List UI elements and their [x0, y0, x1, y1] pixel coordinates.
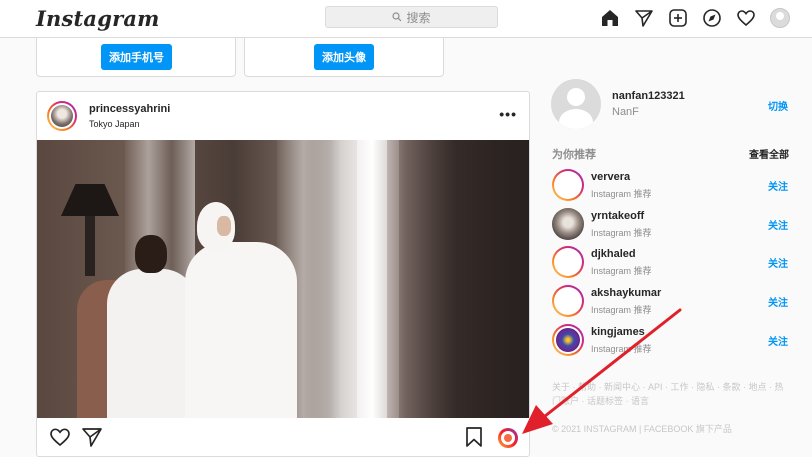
copyright-text: © 2021 INSTAGRAM | FACEBOOK 旗下产品 — [552, 424, 732, 434]
my-avatar[interactable] — [551, 79, 601, 129]
post-photo[interactable] — [37, 140, 529, 418]
suggestion-source: Instagram 推荐 — [591, 189, 652, 199]
suggestion-source: Instagram 推荐 — [591, 344, 652, 354]
suggestion-row: kingjames Instagram 推荐 关注 — [552, 324, 792, 358]
new-post-icon[interactable] — [668, 8, 688, 28]
suggestion-source: Instagram 推荐 — [591, 305, 652, 315]
suggestions-title: 为你推荐 — [552, 149, 596, 161]
search-input[interactable]: 搜索 — [325, 6, 498, 28]
suggestion-row: yrntakeoff Instagram 推荐 关注 — [552, 208, 792, 242]
suggestion-avatar[interactable] — [552, 285, 584, 317]
follow-button[interactable]: 关注 — [768, 333, 788, 348]
suggestion-row: akshaykumar Instagram 推荐 关注 — [552, 285, 792, 319]
add-avatar-button[interactable]: 添加头像 — [314, 44, 374, 70]
suggestion-username[interactable]: yrntakeoff — [591, 210, 644, 222]
home-icon[interactable] — [600, 8, 620, 28]
explore-icon[interactable] — [702, 8, 722, 28]
save-bookmark-icon[interactable] — [463, 426, 485, 448]
suggestion-source: Instagram 推荐 — [591, 266, 652, 276]
add-avatar-card: 添加头像 — [244, 38, 444, 77]
suggestion-row: djkhaled Instagram 推荐 关注 — [552, 246, 792, 280]
follow-button[interactable]: 关注 — [768, 178, 788, 193]
suggestion-avatar[interactable] — [552, 208, 584, 240]
search-icon — [392, 12, 402, 22]
share-icon[interactable] — [81, 426, 103, 448]
add-phone-card: 添加手机号 — [36, 38, 236, 77]
suggestion-username[interactable]: djkhaled — [591, 248, 636, 260]
search-placeholder: 搜索 — [406, 10, 431, 25]
footer-links[interactable]: 关于 · 帮助 · 新闻中心 · API · 工作 · 隐私 · 条款 · 地点… — [552, 380, 792, 408]
suggestion-avatar[interactable] — [552, 324, 584, 356]
more-options-button[interactable]: ••• — [499, 106, 517, 122]
suggestion-username[interactable]: akshaykumar — [591, 287, 661, 299]
post-location[interactable]: Tokyo Japan — [89, 119, 140, 129]
switch-account-link[interactable]: 切换 — [768, 98, 788, 113]
suggestion-row: ververa Instagram 推荐 关注 — [552, 169, 792, 203]
post-actions — [37, 418, 529, 457]
suggestion-source: Instagram 推荐 — [591, 228, 652, 238]
follow-button[interactable]: 关注 — [768, 255, 788, 270]
direct-icon[interactable] — [634, 8, 654, 28]
suggestion-username[interactable]: kingjames — [591, 326, 645, 338]
profile-avatar[interactable] — [770, 8, 790, 28]
instagram-logo[interactable]: Instagram — [36, 6, 160, 31]
top-nav-bar: Instagram 搜索 — [0, 0, 812, 38]
suggestion-avatar[interactable] — [552, 169, 584, 201]
my-fullname: NanF — [612, 106, 639, 118]
see-all-link[interactable]: 查看全部 — [749, 146, 789, 161]
nav-icons — [600, 8, 790, 28]
feed-post: princessyahrini Tokyo Japan ••• — [36, 91, 530, 457]
suggestion-avatar[interactable] — [552, 246, 584, 278]
download-extension-icon[interactable] — [498, 428, 518, 448]
post-username[interactable]: princessyahrini — [89, 103, 170, 115]
like-heart-icon[interactable] — [49, 426, 71, 448]
my-username[interactable]: nanfan123321 — [612, 90, 685, 102]
post-header: princessyahrini Tokyo Japan ••• — [37, 92, 529, 140]
add-phone-button[interactable]: 添加手机号 — [101, 44, 172, 70]
post-author-avatar[interactable] — [47, 101, 77, 131]
activity-icon[interactable] — [736, 8, 756, 28]
follow-button[interactable]: 关注 — [768, 217, 788, 232]
suggestion-username[interactable]: ververa — [591, 171, 630, 183]
follow-button[interactable]: 关注 — [768, 294, 788, 309]
